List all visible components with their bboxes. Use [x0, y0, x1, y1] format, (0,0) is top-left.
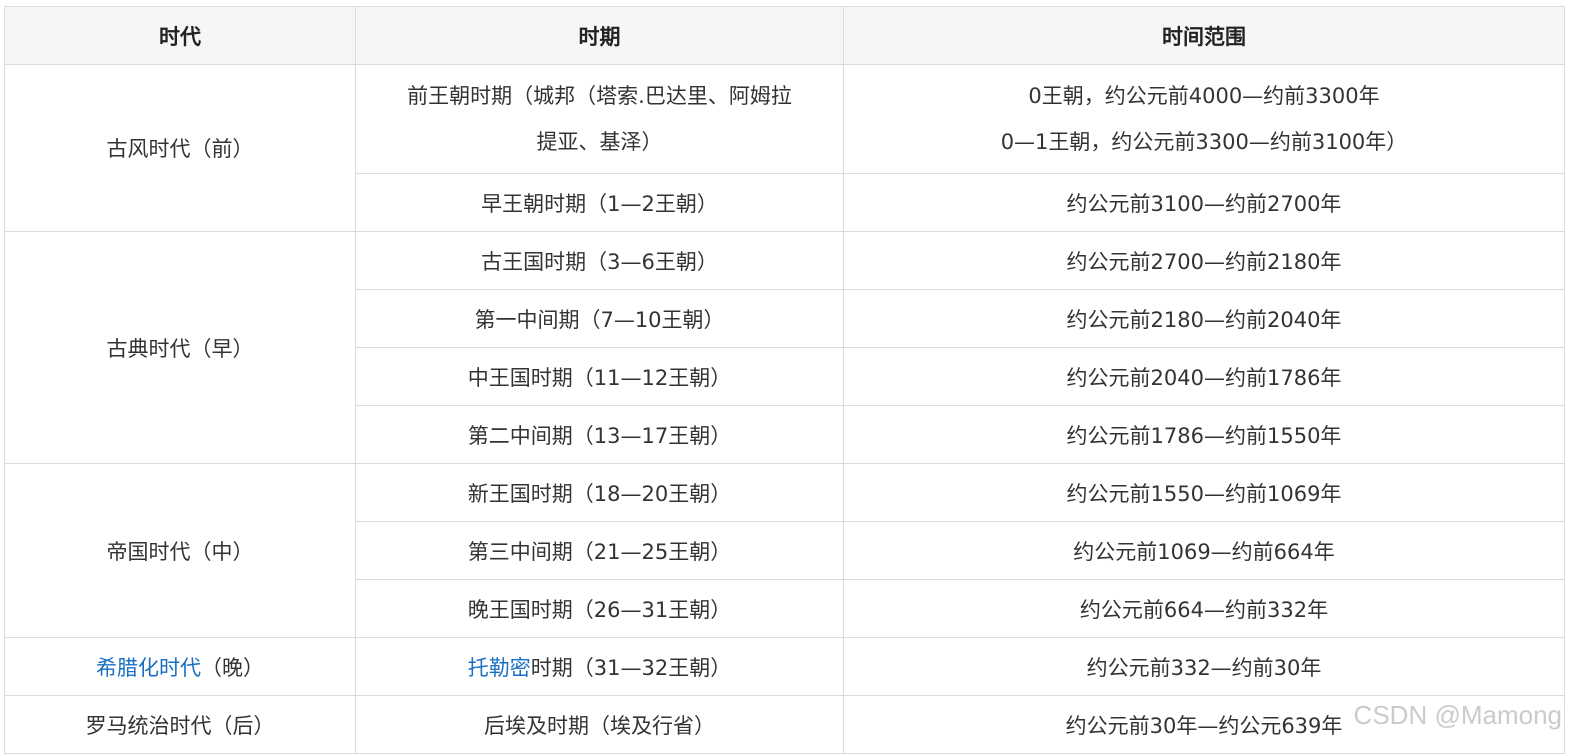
range-cell: 0王朝，约公元前4000—约前3300年 0—1王朝，约公元前3300—约前31… [843, 64, 1565, 174]
watermark: CSDN @Mamong [1353, 700, 1562, 730]
period-cell: 早王朝时期（1—2王朝） [355, 173, 844, 232]
hellenistic-era-link[interactable]: 希腊化时代 [96, 656, 201, 680]
era-suffix: （晚） [201, 655, 264, 680]
period-cell: 托勒密时期（31—32王朝） [355, 637, 844, 696]
table-row: 帝国时代（中） 新王国时期（18—20王朝） 约公元前1550—约前1069年 [4, 463, 1565, 638]
era-cell: 希腊化时代（晚） [4, 637, 356, 696]
range-cell: 约公元前3100—约前2700年 [843, 173, 1565, 232]
era-cell: 古风时代（前） [4, 64, 356, 232]
header-time-range: 时间范围 [843, 6, 1565, 65]
table-row: 古典时代（早） 古王国时期（3—6王朝） 约公元前2700—约前2180年 [4, 231, 1565, 464]
period-line: 前王朝时期（城邦（塔索.巴达里、阿姆拉 [407, 84, 792, 108]
header-row: 时代 时期 时间范围 [4, 6, 1565, 65]
period-cell: 前王朝时期（城邦（塔索.巴达里、阿姆拉 提亚、基泽） [355, 64, 844, 174]
range-cell: 约公元前1069—约前664年 [843, 521, 1565, 580]
header-era: 时代 [4, 6, 356, 65]
range-cell: 约公元前1550—约前1069年 [843, 463, 1565, 522]
period-cell: 第三中间期（21—25王朝） [355, 521, 844, 580]
period-cell: 第一中间期（7—10王朝） [355, 289, 844, 348]
range-line: 0—1王朝，约公元前3300—约前3100年） [1000, 130, 1408, 154]
period-cell: 晚王国时期（26—31王朝） [355, 579, 844, 638]
range-cell: 约公元前2180—约前2040年 [843, 289, 1565, 348]
range-cell: 约公元前1786—约前1550年 [843, 405, 1565, 464]
period-cell: 古王国时期（3—6王朝） [355, 231, 844, 290]
table-row: 古风时代（前） 前王朝时期（城邦（塔索.巴达里、阿姆拉 提亚、基泽） 0王朝，约… [4, 64, 1565, 232]
range-cell: 约公元前332—约前30年 [843, 637, 1565, 696]
range-line: 0王朝，约公元前4000—约前3300年 [1028, 84, 1380, 108]
period-cell: 中王国时期（11—12王朝） [355, 347, 844, 406]
range-cell: 约公元前2700—约前2180年 [843, 231, 1565, 290]
era-cell: 罗马统治时代（后） [4, 695, 356, 754]
period-cell: 后埃及时期（埃及行省） [355, 695, 844, 754]
table-row: 罗马统治时代（后） 后埃及时期（埃及行省） 约公元前30年—约公元639年 [4, 695, 1565, 754]
egypt-era-table: 时代 时期 时间范围 古风时代（前） 前王朝时期（城邦（塔索.巴达里、阿姆拉 提… [4, 6, 1565, 754]
range-cell: 约公元前2040—约前1786年 [843, 347, 1565, 406]
table-row: 希腊化时代（晚） 托勒密时期（31—32王朝） 约公元前332—约前30年 [4, 637, 1565, 696]
period-cell: 第二中间期（13—17王朝） [355, 405, 844, 464]
era-cell: 帝国时代（中） [4, 463, 356, 638]
period-suffix: 时期（31—32王朝） [530, 655, 732, 680]
header-period: 时期 [355, 6, 844, 65]
range-cell: 约公元前664—约前332年 [843, 579, 1565, 638]
era-cell: 古典时代（早） [4, 231, 356, 464]
period-cell: 新王国时期（18—20王朝） [355, 463, 844, 522]
ptolemy-link[interactable]: 托勒密 [468, 656, 531, 680]
period-line: 提亚、基泽） [536, 130, 663, 154]
